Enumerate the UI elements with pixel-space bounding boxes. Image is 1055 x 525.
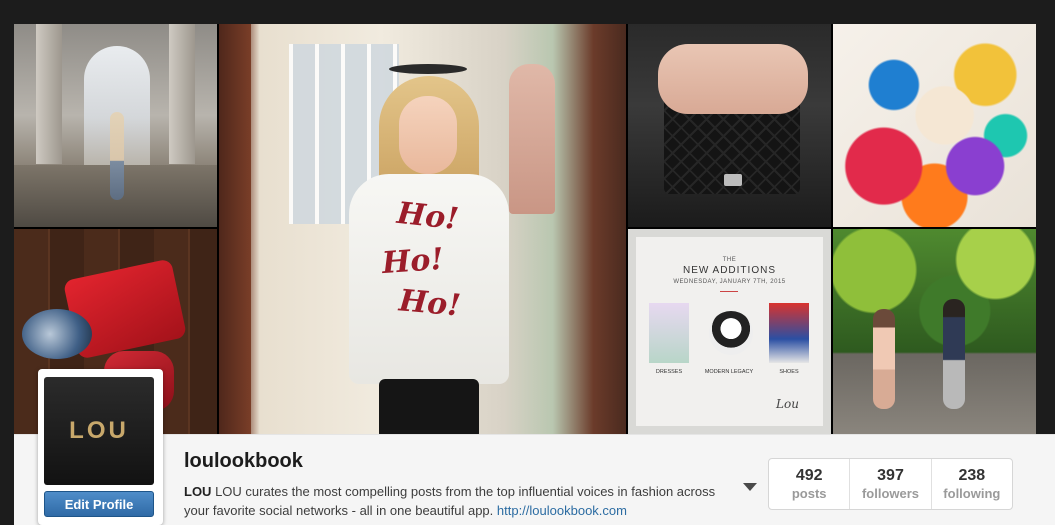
bag-clasp <box>724 174 742 186</box>
caret-down-icon[interactable] <box>743 483 757 491</box>
card-headline: NEW ADDITIONS <box>682 265 776 276</box>
card-thumb-shoes <box>769 303 809 363</box>
stat-following-label: following <box>943 486 1001 501</box>
bio-link[interactable]: http://loulookbook.com <box>497 503 627 518</box>
stat-following-count: 238 <box>958 467 986 484</box>
sweater-text-2: Ho! <box>380 241 445 282</box>
profile-stats: 492 posts 397 followers 238 following <box>768 458 1013 510</box>
card-label-dresses: DRESSES <box>655 369 683 375</box>
arch-person <box>110 112 124 200</box>
photo-tile-featured[interactable]: Ho! Ho! Ho! <box>219 24 626 434</box>
photo-tile-lion-art[interactable] <box>833 24 1036 227</box>
sweater-text-3: Ho! <box>397 283 462 324</box>
patio-umbrella <box>509 64 555 214</box>
garden-person-right <box>943 299 965 409</box>
stat-posts-label: posts <box>791 486 827 501</box>
fur-charm <box>22 309 92 359</box>
door-frame <box>219 24 251 434</box>
profile-bio: LOU LOU curates the most compelling post… <box>184 482 724 520</box>
photo-tile-quilted-bag[interactable] <box>628 24 831 227</box>
bio-text: LOU curates the most compelling posts fr… <box>184 484 716 518</box>
photo-tile-garden[interactable] <box>833 229 1036 434</box>
new-additions-card: THE NEW ADDITIONS WEDNESDAY, JANUARY 7TH… <box>636 237 823 426</box>
patio-heater <box>389 64 467 74</box>
avatar-card: LOU Edit Profile <box>38 369 163 525</box>
photo-tile-new-additions[interactable]: THE NEW ADDITIONS WEDNESDAY, JANUARY 7TH… <box>628 229 831 434</box>
stat-following[interactable]: 238 following <box>930 459 1012 509</box>
stat-followers[interactable]: 397 followers <box>849 459 930 509</box>
model-face <box>399 96 457 174</box>
edit-profile-button[interactable]: Edit Profile <box>44 491 154 517</box>
photo-tile-arch[interactable] <box>14 24 217 227</box>
card-signature: Lou <box>776 397 799 411</box>
arch-pillar-right <box>169 24 195 164</box>
profile-username: loulookbook <box>184 450 303 472</box>
garden-person-left <box>873 309 895 409</box>
card-label-modern-legacy: MODERN LEGACY <box>704 369 754 375</box>
bio-name: LOU <box>184 484 212 499</box>
stat-followers-label: followers <box>861 486 920 501</box>
stat-posts-count: 492 <box>795 467 823 484</box>
stat-followers-count: 397 <box>877 467 904 484</box>
stat-posts[interactable]: 492 posts <box>769 459 849 509</box>
avatar-logo-text: LOU <box>69 417 129 444</box>
card-the: THE <box>722 257 737 263</box>
avatar[interactable]: LOU <box>44 377 154 485</box>
sweater-text-1: Ho! <box>395 195 461 238</box>
arch-pillar-left <box>36 24 62 164</box>
card-date: WEDNESDAY, JANUARY 7TH, 2015 <box>673 279 786 285</box>
card-thumb-dresses <box>649 303 689 363</box>
card-thumb-modern-legacy <box>709 311 753 355</box>
photo-collage: Ho! Ho! Ho! THE NEW ADDITIONS WEDNESDAY,… <box>14 24 1036 434</box>
hands <box>658 44 808 114</box>
card-rule <box>720 291 738 292</box>
model-leggings <box>379 379 479 434</box>
card-label-shoes: SHOES <box>779 369 799 375</box>
